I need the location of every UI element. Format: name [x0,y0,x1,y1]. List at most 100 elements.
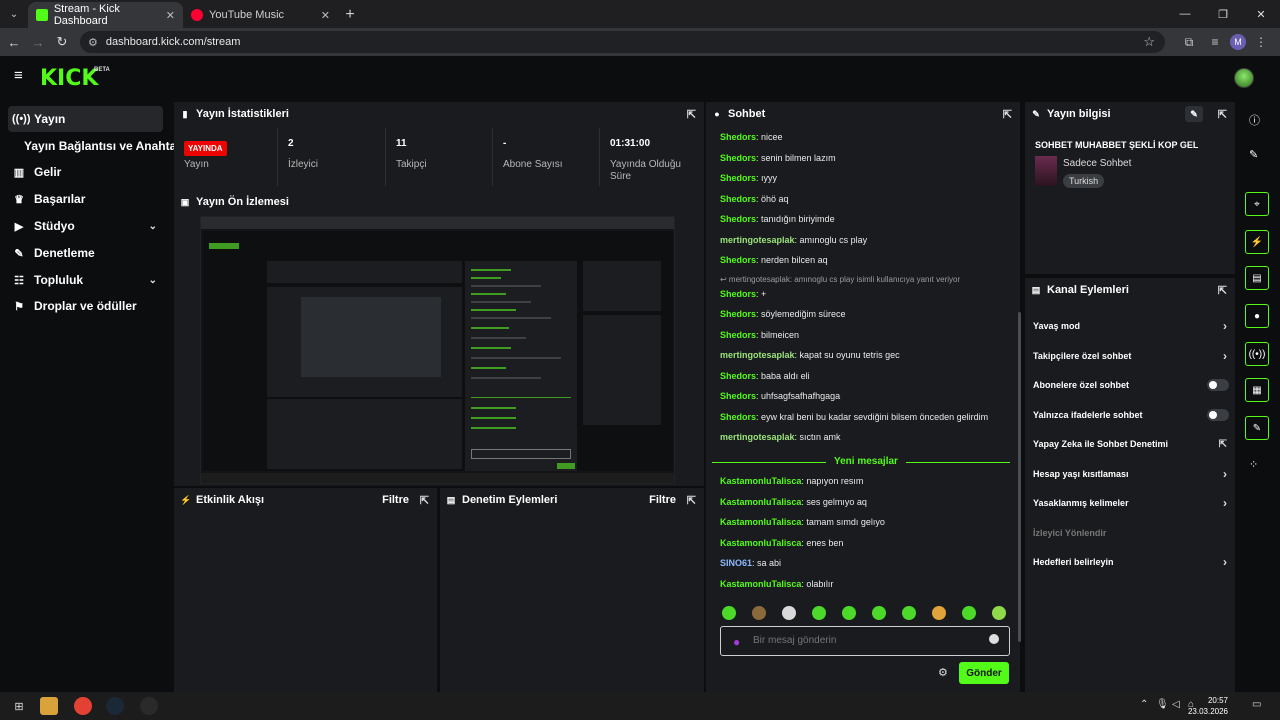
chat-message[interactable]: Shedors: baba aldı eli [720,371,810,381]
close-window-icon[interactable]: ✕ [1242,0,1280,28]
chat-message[interactable]: Shedors: nerden bilcen aq [720,255,828,265]
chat-username[interactable]: Shedors [720,132,756,142]
expand-icon[interactable]: ⇱ [1218,108,1227,121]
chat-username[interactable]: mertingotesaplak [720,350,795,360]
chat-message[interactable]: Shedors: + [720,289,766,299]
chat-icon[interactable]: ● [1245,304,1269,328]
file-explorer-icon[interactable] [40,697,58,715]
chat-message[interactable]: mertingotesaplak: sıctın amk [720,432,841,442]
chat-username[interactable]: KastamonluTalisca [720,538,801,548]
chat-username[interactable]: KastamonluTalisca [720,579,801,589]
chat-message[interactable]: KastamonluTalisca: olabılır [720,579,833,589]
lightning-icon[interactable]: ⚡ [1245,230,1269,254]
chat-message[interactable]: mertingotesaplak: kapat su oyunu tetris … [720,350,900,360]
minimize-icon[interactable]: — [1166,0,1204,28]
send-button[interactable]: Gönder [959,662,1009,684]
sidebar-item-gelir[interactable]: ▥ Gelir [8,159,163,185]
channel-action-row[interactable]: Takipçilere özel sohbet › [1033,344,1231,368]
chat-username[interactable]: Shedors [720,173,756,183]
chat-username[interactable]: Shedors [720,309,756,319]
chat-scrollbar[interactable] [1018,312,1021,642]
sidebar-item-stream-key[interactable]: Yayın Bağlantısı ve Anahtarı [24,139,184,153]
toggle-switch[interactable] [1207,408,1229,421]
emote-icon[interactable] [722,606,736,620]
chat-message[interactable]: KastamonluTalisca: napıyon resım [720,476,863,486]
chat-username[interactable]: Shedors [720,412,756,422]
broadcast-icon[interactable]: ((•)) [1245,342,1269,366]
document-icon[interactable]: ▤ [1245,266,1269,290]
emote-icon[interactable] [992,606,1006,620]
chat-message[interactable]: Shedors: uhfsagfsafhafhgaga [720,391,840,401]
chat-username[interactable]: KastamonluTalisca [720,517,801,527]
channel-action-row[interactable]: Yalnızca ifadelerle sohbet [1033,403,1231,427]
chat-message[interactable]: Shedors: söylemediğim sürece [720,309,846,319]
bookmark-star-icon[interactable]: ☆ [1143,34,1155,50]
chat-message[interactable]: Shedors: eyw kral beni bu kadar sevdiğin… [720,412,988,422]
channel-action-row[interactable]: Yavaş mod › [1033,314,1231,338]
tab-kick-dashboard[interactable]: Stream - Kick Dashboard ✕ [28,2,183,28]
filter-button[interactable]: Filtre [382,494,409,506]
channel-action-row[interactable]: Hedefleri belirleyin › [1033,550,1231,574]
emote-icon[interactable] [932,606,946,620]
filter-button[interactable]: Filtre [649,494,676,506]
info-icon[interactable]: ⓘ [1249,112,1260,128]
notification-icon[interactable]: ▭ [1252,699,1261,710]
pencil-icon[interactable]: ✎ [1249,148,1258,161]
chat-username[interactable]: KastamonluTalisca [720,476,801,486]
user-avatar[interactable] [1234,68,1254,88]
extensions-icon[interactable]: ⧉ [1178,31,1200,53]
back-icon[interactable]: ← [2,28,26,56]
chat-message[interactable]: Shedors: öhö aq [720,194,789,204]
sidebar-item-droplar[interactable]: ⚑ Droplar ve ödüller [8,293,163,319]
sidebar-item-yayin[interactable]: ((•)) Yayın [8,106,163,132]
chat-message[interactable]: SINO61: sa abi [720,558,781,568]
chrome-icon[interactable] [74,697,92,715]
chat-message[interactable]: KastamonluTalisca: ses gelmıyo aq [720,497,867,507]
close-tab-icon[interactable]: ✕ [321,9,330,22]
emote-icon[interactable] [902,606,916,620]
hamburger-menu-icon[interactable]: ≡ [14,68,28,83]
chat-username[interactable]: mertingotesaplak [720,432,795,442]
expand-icon[interactable]: ⇱ [1003,108,1012,121]
maximize-icon[interactable]: ❐ [1204,0,1242,28]
tray-chevron-icon[interactable]: ⌃ [1140,699,1148,710]
clock[interactable]: 20:57 23.03.2026 [1188,695,1228,717]
chat-settings-icon[interactable]: ⚙ [938,666,948,679]
chat-message[interactable]: Shedors: senin bilmen lazım [720,153,836,163]
chat-username[interactable]: Shedors [720,391,756,401]
tab-youtube-music[interactable]: YouTube Music ✕ [183,2,338,28]
microphone-tray-icon[interactable]: 🎙 [1156,699,1169,710]
emote-icon[interactable] [812,606,826,620]
channel-action-row[interactable]: Yapay Zeka ile Sohbet Denetimi ⇱ [1033,432,1231,456]
chat-username[interactable]: Shedors [720,289,756,299]
profile-avatar[interactable]: M [1230,34,1246,50]
sidebar-item-topluluk[interactable]: ☷ Topluluk ⌄ [8,267,163,293]
chat-message[interactable]: mertingotesaplak: amınoglu cs play [720,235,867,245]
chat-username[interactable]: Shedors [720,255,756,265]
stream-preview-video[interactable] [200,216,675,484]
wrench-icon[interactable]: ✎ [1245,416,1269,440]
category-name[interactable]: Sadece Sohbet [1063,158,1131,169]
sidebar-item-denetleme[interactable]: ✎ Denetleme [8,240,163,266]
emote-icon[interactable] [962,606,976,620]
chat-username[interactable]: Shedors [720,214,756,224]
close-tab-icon[interactable]: ✕ [166,9,175,22]
emote-icon[interactable] [782,606,796,620]
chat-username[interactable]: KastamonluTalisca [720,497,801,507]
browser-menu-icon[interactable]: ⋮ [1250,31,1272,53]
steam-icon[interactable] [106,697,124,715]
chat-username[interactable]: SINO61 [720,558,752,568]
reload-icon[interactable]: ↻ [50,28,74,56]
new-tab-button[interactable]: + [338,2,362,28]
focus-icon[interactable]: ⌖ [1245,192,1269,216]
expand-icon[interactable]: ⇱ [1218,284,1227,297]
emoji-icon[interactable] [989,634,999,644]
sidebar-item-studyo[interactable]: ▶ Stüdyo ⌄ [8,213,163,239]
windows-start-icon[interactable]: ⊞ [10,697,28,715]
microphone-icon[interactable]: ● [733,635,740,649]
apps-icon[interactable]: ⁘ [1249,458,1258,471]
chat-username[interactable]: Shedors [720,330,756,340]
layout-icon[interactable]: ▦ [1245,378,1269,402]
edit-pencil-button[interactable]: ✎ [1185,106,1203,122]
chat-username[interactable]: Shedors [720,153,756,163]
